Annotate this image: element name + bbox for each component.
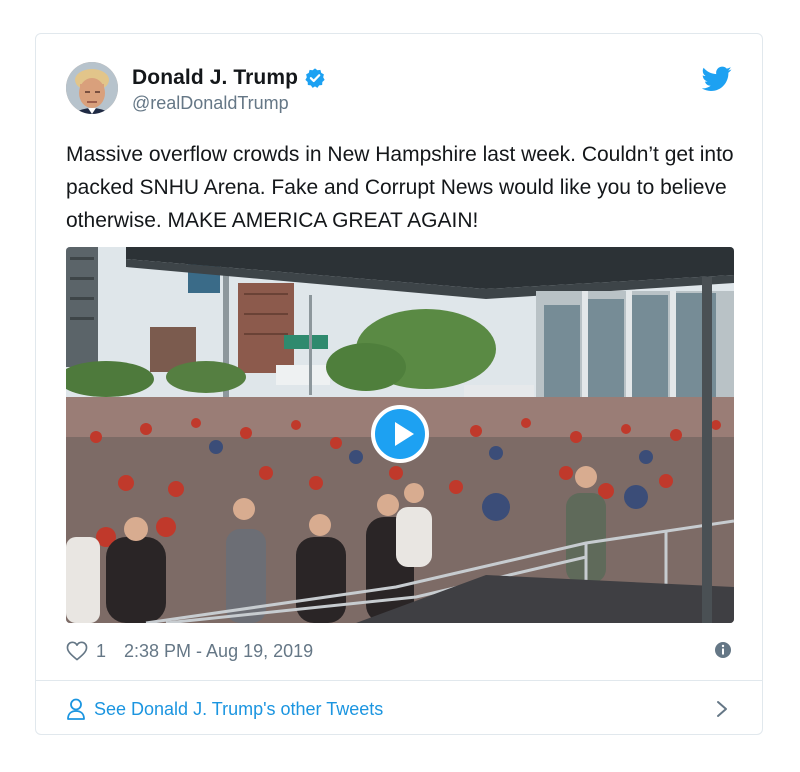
user-names: Donald J. Trump @realDonaldTrump	[132, 64, 326, 114]
person-icon	[67, 698, 85, 720]
chevron-right-icon[interactable]	[716, 700, 728, 718]
play-button[interactable]	[371, 405, 429, 463]
tweet-meta: 1 2:38 PM - Aug 19, 2019	[66, 638, 732, 664]
twitter-bird-icon[interactable]	[702, 66, 732, 92]
footer-divider	[36, 680, 762, 681]
user-handle[interactable]: @realDonaldTrump	[132, 93, 326, 114]
like-count[interactable]: 1	[96, 641, 106, 662]
play-icon	[395, 422, 414, 446]
other-tweets-link[interactable]: See Donald J. Trump's other Tweets	[66, 694, 732, 724]
tweet-header: Donald J. Trump @realDonaldTrump	[66, 62, 732, 118]
heart-icon[interactable]	[66, 641, 88, 661]
other-tweets-label[interactable]: See Donald J. Trump's other Tweets	[94, 699, 383, 720]
info-icon[interactable]	[714, 641, 732, 659]
display-name[interactable]: Donald J. Trump	[132, 66, 298, 90]
tweet-text: Massive overflow crowds in New Hampshire…	[66, 143, 734, 232]
tweet-card[interactable]: Donald J. Trump @realDonaldTrump Massive…	[35, 33, 763, 735]
verified-badge-icon	[305, 68, 325, 88]
avatar[interactable]	[66, 62, 118, 114]
tweet-timestamp[interactable]: 2:38 PM - Aug 19, 2019	[124, 641, 313, 662]
video-player[interactable]	[66, 247, 734, 623]
